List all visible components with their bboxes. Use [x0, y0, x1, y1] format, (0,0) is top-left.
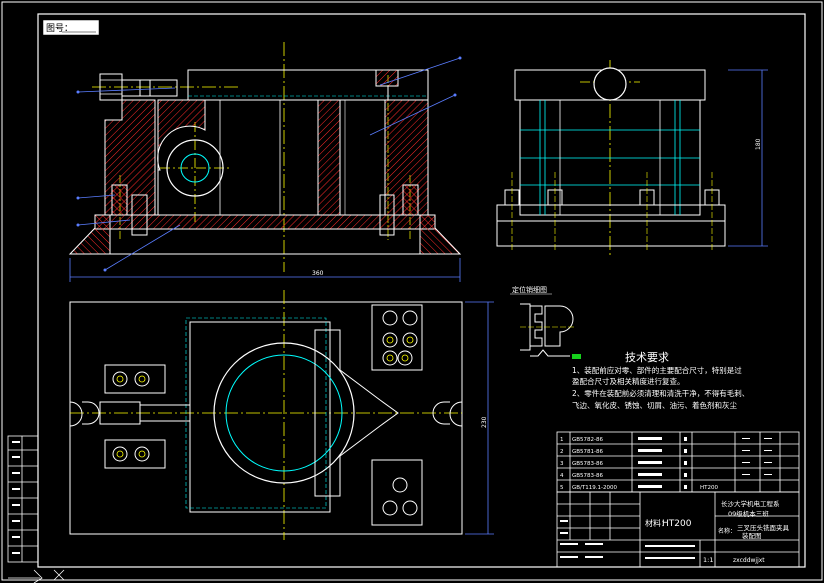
bom-row-3-seq: 3: [560, 461, 564, 467]
bom-row-4-code: GB5783-86: [572, 473, 604, 479]
bom-row-3-code: GB5783-86: [572, 461, 604, 467]
overall-length-dimension: 360: [312, 270, 324, 277]
notes-title: 技术要求: [625, 351, 669, 364]
scale-value: 1:1: [703, 556, 713, 564]
detail-view-title: 定位销细图: [512, 285, 547, 294]
technical-requirements: 技术要求 1、装配前应对零、部件的主要配合尺寸，特别是过 盈配合尺寸及相关精度进…: [572, 351, 749, 410]
notes-marker: [572, 354, 581, 359]
bill-of-materials[interactable]: GB5782-86 GB5781-86 GB5783-86 GB5783-86 …: [556, 431, 800, 493]
bom-row-1-seq: 1: [560, 437, 564, 443]
plan-view[interactable]: 230: [69, 290, 494, 540]
drawing-frame: [1, 1, 823, 581]
part-name-line-2: 装配图: [742, 531, 762, 540]
side-height-dimension: 180: [755, 138, 762, 150]
material-value: HT200: [662, 519, 692, 529]
title-block[interactable]: 材料： HT200 长沙大学机电工程系 09级机本三班 名称： 三叉压头铣面夹具…: [556, 491, 800, 568]
drawing-number-label: 图号：: [46, 23, 73, 34]
part-name-line-1: 三叉压头铣面夹具: [737, 523, 790, 532]
bom-row-5-seq: 5: [560, 485, 564, 491]
side-view[interactable]: 180: [496, 60, 768, 255]
cad-drawing-canvas[interactable]: 图号： 360 180 230 定位销细图 技术要求 1、装配前应对零、部件的主…: [0, 0, 824, 583]
drawing-number-box: 图号：: [42, 19, 100, 36]
school-line-2: 09级机本三班: [728, 509, 769, 518]
school-line-1: 长沙大学机电工程系: [721, 499, 780, 508]
bom-row-5-material: HT200: [700, 485, 718, 491]
bom-row-2-code: GB5781-86: [572, 449, 604, 455]
locating-pin-detail[interactable]: 定位销细图: [510, 285, 581, 359]
ucs-axis-icon: [8, 569, 65, 583]
part-name-label: 名称：: [718, 527, 736, 535]
notes-line-1: 1、装配前应对零、部件的主要配合尺寸，特别是过: [572, 365, 742, 375]
left-side-strip: [7, 435, 39, 563]
bom-row-5-code: GB/T119.1-2000: [572, 485, 617, 491]
bom-row-2-seq: 2: [560, 449, 564, 455]
bom-row-4-seq: 4: [560, 473, 564, 479]
bom-row-1-code: GB5782-86: [572, 437, 604, 443]
notes-line-2: 盈配合尺寸及相关精度进行复查。: [572, 376, 685, 386]
notes-line-3: 2、零件在装配前必须清理和清洗干净，不得有毛刺、: [572, 388, 749, 398]
left-strip-marks: [12, 441, 20, 554]
front-section-view[interactable]: 360: [68, 42, 462, 282]
plan-width-dimension: 230: [481, 416, 488, 428]
notes-line-4: 飞边、氧化皮、锈蚀、切屑、油污、着色剂和灰尘: [572, 400, 737, 410]
drawing-number-value: zxcddwjjxt: [733, 557, 765, 564]
